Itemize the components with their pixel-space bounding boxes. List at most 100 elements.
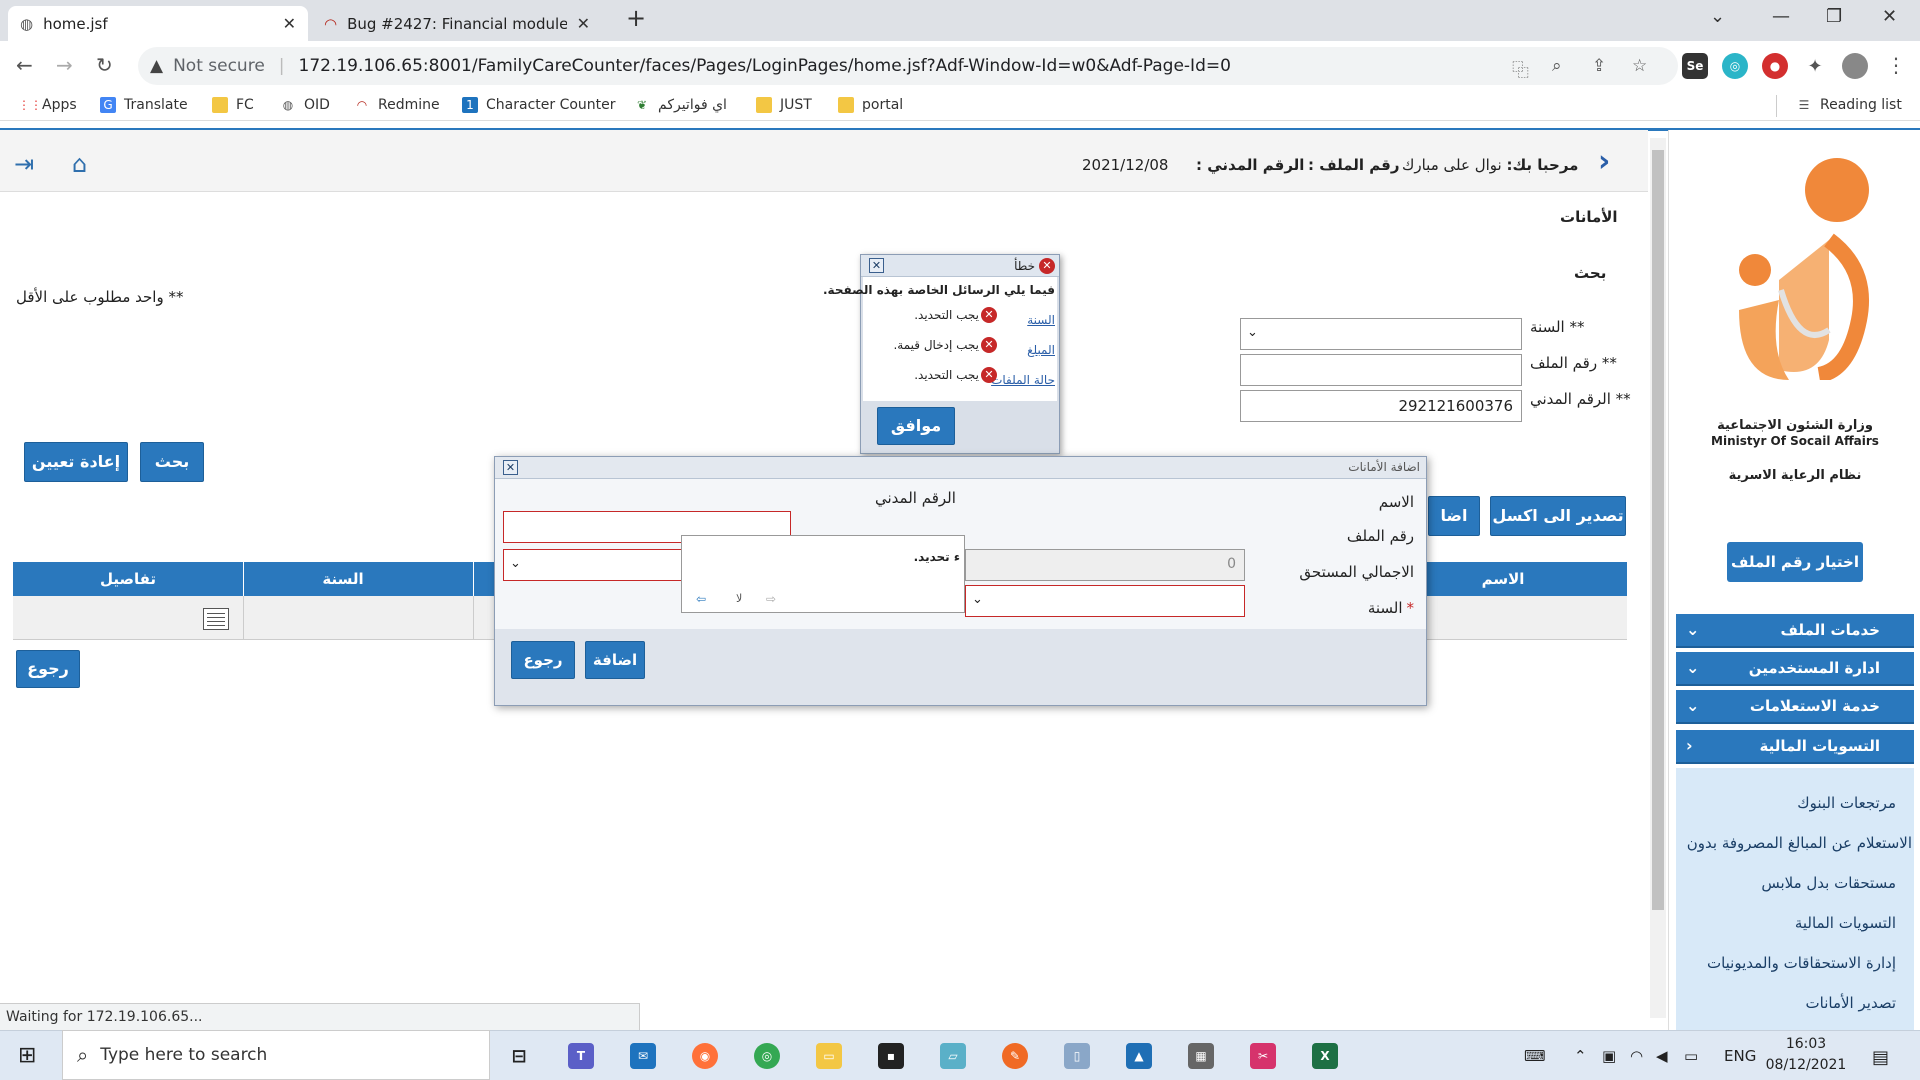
battery-icon[interactable]: ▭ <box>1684 1047 1698 1065</box>
bookmark-character-counter[interactable]: 1 Character Counter <box>462 97 616 113</box>
task-view-icon[interactable]: ⊟ <box>506 1043 532 1069</box>
keyboard-icon[interactable]: ⌨ <box>1524 1047 1546 1065</box>
popup-nav-label[interactable]: لا <box>736 592 742 605</box>
submenu-item[interactable]: مرتجعات البنوك <box>1797 794 1896 812</box>
required-mark: * <box>1406 599 1415 617</box>
mail-icon[interactable]: ✉ <box>630 1043 656 1069</box>
menu-user-management[interactable]: ادارة المستخدمين ⌄ <box>1676 652 1914 686</box>
close-icon[interactable]: ✕ <box>503 460 518 475</box>
chrome-icon[interactable]: ◎ <box>754 1043 780 1069</box>
error-field-link[interactable]: حالة الملفات <box>991 373 1055 387</box>
blocker-extension-icon[interactable]: ● <box>1762 53 1788 79</box>
chevron-up-icon[interactable]: ⌃ <box>1574 1047 1587 1065</box>
wifi-icon[interactable]: ◠ <box>1630 1047 1643 1065</box>
maximize-button[interactable]: ❐ <box>1826 6 1842 27</box>
bookmark-just[interactable]: JUST <box>756 97 812 113</box>
file-no-input[interactable] <box>1240 354 1522 386</box>
bookmark-translate[interactable]: G Translate <box>100 97 188 113</box>
total-due-input[interactable]: 0 <box>965 549 1245 581</box>
share-icon[interactable]: ⇪ <box>1592 56 1606 76</box>
add-dialog-back-button[interactable]: رجوع <box>511 641 575 679</box>
forward-arrow-icon[interactable]: → <box>56 53 73 77</box>
chevron-right-icon[interactable]: › <box>1598 144 1610 179</box>
close-icon[interactable]: ✕ <box>869 258 884 273</box>
submenu-item[interactable]: تصدير الأمانات <box>1806 994 1896 1012</box>
bookmark-portal[interactable]: portal <box>838 97 903 113</box>
puzzle-icon[interactable]: ✦ <box>1802 53 1828 79</box>
snipping-tool-icon[interactable]: ✂ <box>1250 1043 1276 1069</box>
menu-financial-settlements[interactable]: التسويات المالية ‹ <box>1676 730 1914 764</box>
tab-search-icon[interactable]: ⌄ <box>1710 6 1725 27</box>
logout-icon[interactable]: ⇥ <box>14 150 34 178</box>
volume-icon[interactable]: ◀ <box>1656 1047 1668 1065</box>
bookmark-fc[interactable]: FC <box>212 97 254 113</box>
clock-date[interactable]: 08/12/2021 <box>1764 1057 1848 1073</box>
globe-icon: ◍ <box>282 98 294 112</box>
home-icon[interactable]: ⌂ <box>72 150 87 178</box>
civil-id-input[interactable]: 292121600376 <box>1240 390 1522 422</box>
menu-kebab-icon[interactable]: ⋮ <box>1886 53 1906 77</box>
bookmark-oid[interactable]: ◍ OID <box>280 97 330 113</box>
submenu-item[interactable]: التسويات المالية <box>1795 914 1896 932</box>
sticky-notes-icon[interactable]: ▪ <box>878 1043 904 1069</box>
new-tab-button[interactable]: + <box>626 4 646 32</box>
photos-icon[interactable]: ▲ <box>1126 1043 1152 1069</box>
selenium-extension-icon[interactable]: Se <box>1682 53 1708 79</box>
menu-inquiry-service[interactable]: خدمة الاستعلامات ⌄ <box>1676 690 1914 724</box>
ok-button[interactable]: موافق <box>877 407 955 445</box>
menu-file-services[interactable]: خدمات الملف ⌄ <box>1676 614 1914 648</box>
details-grid-icon[interactable] <box>203 608 229 630</box>
close-window-button[interactable]: ✕ <box>1882 6 1897 27</box>
back-arrow-icon[interactable]: ← <box>16 53 33 77</box>
close-icon[interactable]: ✕ <box>283 14 296 33</box>
notification-icon[interactable]: ▤ <box>1872 1047 1889 1068</box>
app-icon[interactable]: ▯ <box>1064 1043 1090 1069</box>
bookmark-redmine[interactable]: ◠ Redmine <box>354 97 440 113</box>
minimize-button[interactable]: — <box>1772 6 1790 27</box>
error-field-link[interactable]: السنة <box>1027 313 1055 327</box>
taskbar-search[interactable]: ⌕ Type here to search <box>62 1030 490 1080</box>
extension-icon[interactable]: ◎ <box>1722 53 1748 79</box>
chevron-down-icon: ⌄ <box>1686 658 1700 677</box>
calculator-icon[interactable]: ▦ <box>1188 1043 1214 1069</box>
arrow-right-icon[interactable]: ⇨ <box>766 592 776 606</box>
add-dialog-add-button[interactable]: اضافة <box>585 641 645 679</box>
star-icon[interactable]: ☆ <box>1632 56 1647 76</box>
add-button[interactable]: اضا <box>1428 496 1480 536</box>
excel-icon[interactable]: X <box>1312 1043 1338 1069</box>
clock-time[interactable]: 16:03 <box>1768 1036 1844 1052</box>
reload-icon[interactable]: ↻ <box>96 53 113 77</box>
tab-redmine-bug[interactable]: ◠ Bug #2427: Financial module- ex ✕ <box>312 6 602 41</box>
firefox-icon[interactable]: ◉ <box>692 1043 718 1069</box>
device-icon[interactable]: ▣ <box>1602 1047 1616 1065</box>
tab-home[interactable]: ◍ home.jsf ✕ <box>8 6 308 41</box>
avatar[interactable] <box>1842 53 1868 79</box>
windows-start-icon[interactable]: ⊞ <box>18 1043 36 1068</box>
error-field-link[interactable]: المبلغ <box>1027 343 1055 357</box>
export-excel-button[interactable]: تصدير الى اكسل <box>1490 496 1626 536</box>
arrow-left-icon[interactable]: ⇦ <box>696 592 706 606</box>
year-select[interactable]: ⌄ <box>965 585 1245 617</box>
back-button[interactable]: رجوع <box>16 650 80 688</box>
scrollbar-thumb[interactable] <box>1652 150 1664 910</box>
select-file-button[interactable]: اختيار رقم الملف <box>1727 542 1863 582</box>
language-indicator[interactable]: ENG <box>1724 1047 1756 1065</box>
address-bar[interactable]: ▲ Not secure | 172.19.106.65:8001/Family… <box>138 47 1678 85</box>
zoom-icon[interactable]: ⌕ <box>1552 56 1562 76</box>
reset-button[interactable]: إعادة تعيين <box>24 442 128 482</box>
submenu-item[interactable]: إدارة الاستحقاقات والمديونيات <box>1707 954 1896 972</box>
status-select[interactable]: ⌄ <box>503 549 683 581</box>
bookmark-apps[interactable]: ⋮⋮ Apps <box>18 97 77 113</box>
close-icon[interactable]: ✕ <box>577 14 590 33</box>
teams-icon[interactable]: T <box>568 1043 594 1069</box>
year-select[interactable]: ⌄ <box>1240 318 1522 350</box>
bookmark-fawaterkom[interactable]: ❦ اي فواتيركم <box>634 97 727 113</box>
paint-icon[interactable]: ✎ <box>1002 1043 1028 1069</box>
file-explorer-icon[interactable]: ▭ <box>816 1043 842 1069</box>
translate-icon[interactable]: ⿻ <box>1512 56 1529 81</box>
submenu-item[interactable]: مستحقات بدل ملابس <box>1761 874 1896 892</box>
app-icon[interactable]: ▱ <box>940 1043 966 1069</box>
submenu-item[interactable]: الاستعلام عن المبالغ المصروفة بدون <box>1687 834 1912 852</box>
reading-list[interactable]: ☰ Reading list <box>1796 97 1902 113</box>
search-button[interactable]: بحث <box>140 442 204 482</box>
